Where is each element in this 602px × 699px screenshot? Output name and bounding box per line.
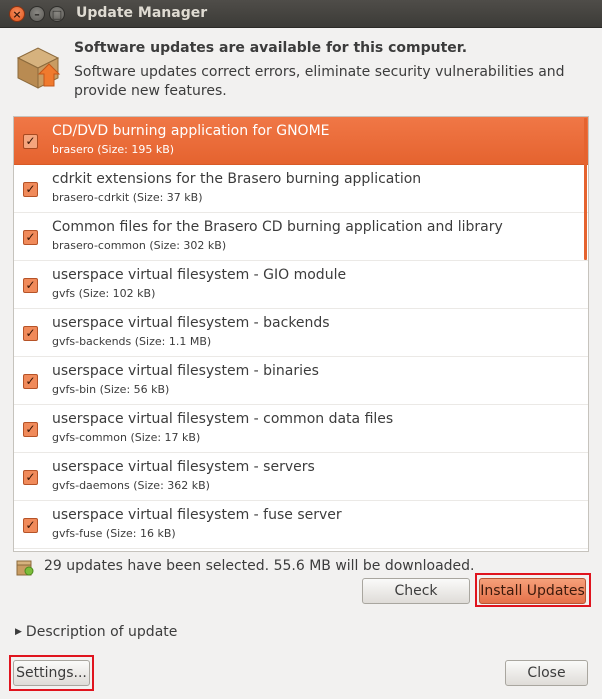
package-subtitle: gvfs-bin (Size: 56 kB) <box>52 383 170 396</box>
package-subtitle: gvfs-fuse (Size: 16 kB) <box>52 527 176 540</box>
update-checkbox[interactable]: ✓ <box>23 518 38 533</box>
download-package-icon <box>16 560 34 576</box>
package-subtitle: brasero-cdrkit (Size: 37 kB) <box>52 191 203 204</box>
package-title: userspace virtual filesystem - fuse serv… <box>52 507 342 523</box>
package-title: CD/DVD burning application for GNOME <box>52 123 330 139</box>
minimize-icon[interactable]: – <box>29 6 45 22</box>
package-subtitle: gvfs (Size: 102 kB) <box>52 287 156 300</box>
update-checkbox[interactable]: ✓ <box>23 134 38 149</box>
title-bar: × – □ Update Manager <box>0 0 602 28</box>
updates-list[interactable]: ✓ CD/DVD burning application for GNOME b… <box>13 116 589 552</box>
package-title: Common files for the Brasero CD burning … <box>52 219 503 235</box>
package-title: userspace virtual filesystem - GIO modul… <box>52 267 347 283</box>
update-checkbox[interactable]: ✓ <box>23 278 38 293</box>
install-updates-button[interactable]: Install Updates <box>479 578 586 604</box>
list-item[interactable]: ✓ userspace virtual filesystem - binarie… <box>14 357 588 405</box>
list-item[interactable]: ✓ Common files for the Brasero CD burnin… <box>14 213 588 261</box>
list-item[interactable]: ✓ CD/DVD burning application for GNOME b… <box>14 117 588 165</box>
list-item[interactable]: ✓ userspace virtual filesystem - backend… <box>14 309 588 357</box>
package-subtitle: brasero-common (Size: 302 kB) <box>52 239 227 252</box>
headline: Software updates are available for this … <box>74 40 468 56</box>
maximize-icon[interactable]: □ <box>49 6 65 22</box>
expander-arrow-icon: ▶ <box>15 627 22 637</box>
list-item[interactable]: ✓ userspace virtual filesystem - common … <box>14 405 588 453</box>
subline: Software updates correct errors, elimina… <box>74 64 565 99</box>
list-item[interactable]: ✓ cdrkit extensions for the Brasero burn… <box>14 165 588 213</box>
list-item[interactable]: ✓ userspace virtual filesystem - GIO mod… <box>14 261 588 309</box>
close-icon[interactable]: × <box>9 6 25 22</box>
description-expander[interactable]: ▶ Description of update <box>15 624 177 640</box>
list-scrollbar[interactable] <box>584 118 587 260</box>
package-title: cdrkit extensions for the Brasero burnin… <box>52 171 422 187</box>
package-subtitle: brasero (Size: 195 kB) <box>52 143 175 156</box>
update-checkbox[interactable]: ✓ <box>23 470 38 485</box>
close-button[interactable]: Close <box>505 660 588 686</box>
package-title: userspace virtual filesystem - common da… <box>52 411 394 427</box>
update-checkbox[interactable]: ✓ <box>23 422 38 437</box>
package-subtitle: gvfs-backends (Size: 1.1 MB) <box>52 335 212 348</box>
window-title: Update Manager <box>76 5 208 21</box>
check-button[interactable]: Check <box>362 578 470 604</box>
list-item[interactable]: ✓ userspace virtual filesystem - servers… <box>14 453 588 501</box>
package-update-icon <box>16 47 61 89</box>
update-checkbox[interactable]: ✓ <box>23 326 38 341</box>
status-text: 29 updates have been selected. 55.6 MB w… <box>44 558 475 574</box>
settings-button[interactable]: Settings... <box>13 660 90 686</box>
package-subtitle: gvfs-common (Size: 17 kB) <box>52 431 201 444</box>
package-title: userspace virtual filesystem - backends <box>52 315 330 331</box>
list-item[interactable]: ✓ userspace virtual filesystem - fuse se… <box>14 501 588 549</box>
expander-label: Description of update <box>25 624 178 640</box>
update-checkbox[interactable]: ✓ <box>23 230 38 245</box>
package-title: userspace virtual filesystem - binaries <box>52 363 319 379</box>
update-checkbox[interactable]: ✓ <box>23 182 38 197</box>
package-title: userspace virtual filesystem - servers <box>52 459 315 475</box>
package-subtitle: gvfs-daemons (Size: 362 kB) <box>52 479 210 492</box>
update-checkbox[interactable]: ✓ <box>23 374 38 389</box>
